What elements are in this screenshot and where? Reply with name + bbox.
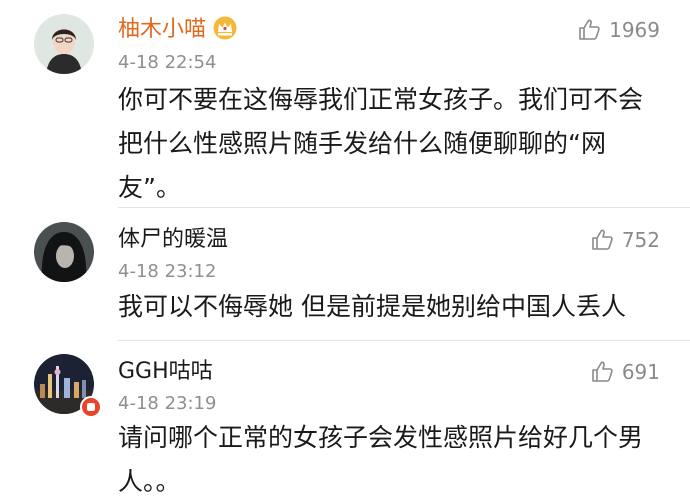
comment-text: 你可不要在这侮辱我们正常女孩子。我们可不会把什么性感照片随手发给什么随便聊聊的“… — [118, 85, 644, 202]
like-button[interactable]: 752 — [590, 228, 660, 252]
avatar[interactable] — [34, 14, 94, 74]
vip-crown-icon — [212, 16, 238, 48]
username[interactable]: 柚木小喵 — [118, 16, 238, 48]
thumbs-up-icon — [592, 229, 613, 250]
like-count: 691 — [621, 360, 660, 384]
comment-text: 我可以不侮辱她 但是前提是她别给中国人丢人 — [118, 292, 626, 321]
username[interactable]: GGH咕咕 — [118, 358, 213, 386]
verified-badge-icon — [80, 396, 102, 418]
like-button[interactable]: 691 — [590, 360, 660, 384]
thumbs-up-icon — [592, 361, 613, 382]
timestamp: 4-18 22:54 — [118, 52, 217, 73]
like-count: 1969 — [609, 18, 660, 42]
like-count: 752 — [621, 228, 660, 252]
timestamp: 4-18 23:19 — [118, 393, 217, 414]
username[interactable]: 体尸的暖温 — [118, 226, 228, 254]
avatar[interactable] — [34, 222, 94, 282]
thumbs-up-icon — [579, 19, 600, 40]
like-button[interactable]: 1969 — [577, 18, 660, 42]
comment-text: 请问哪个正常的女孩子会发性感照片给好几个男人。。 — [118, 423, 644, 496]
timestamp: 4-18 23:12 — [118, 261, 217, 282]
divider — [118, 207, 690, 208]
divider — [118, 340, 690, 341]
